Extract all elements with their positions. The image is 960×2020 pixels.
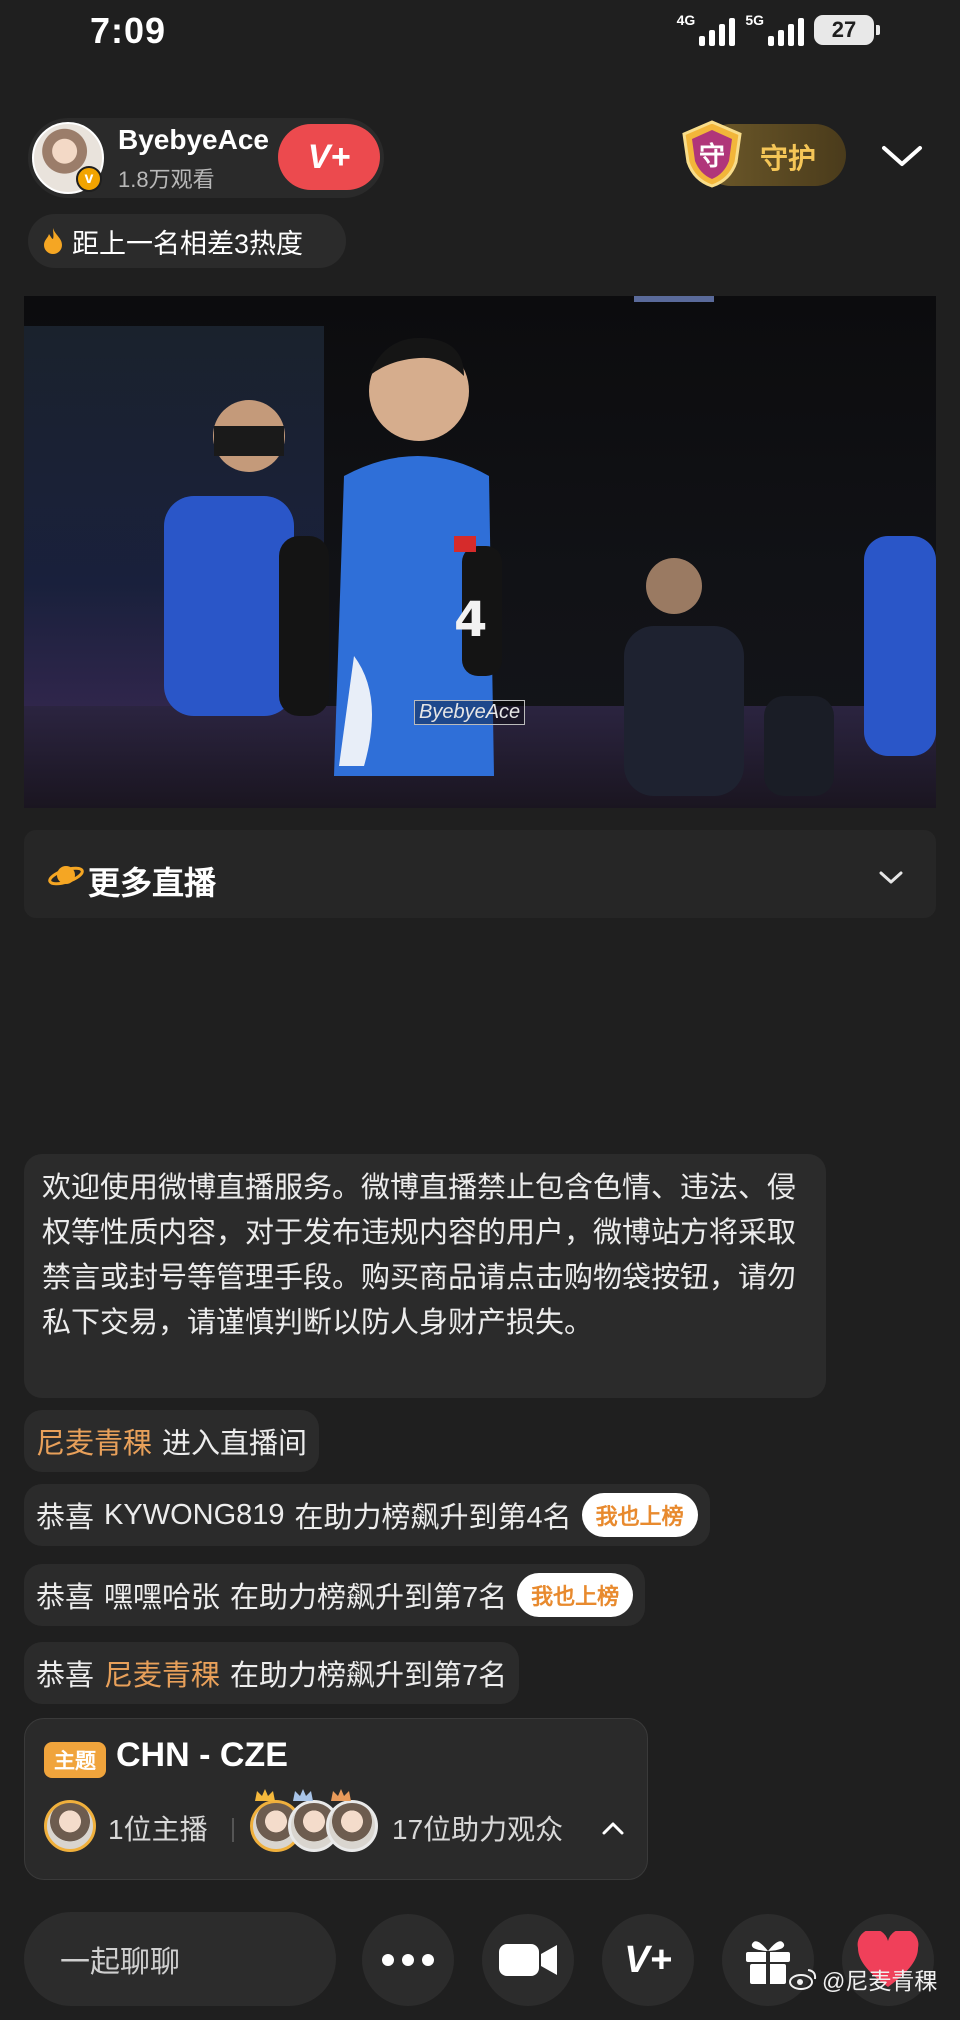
system-notice: 欢迎使用微博直播服务。微博直播禁止包含色情、违法、侵权等性质内容，对于发布违规内… — [24, 1154, 826, 1398]
chat-message-row: 恭喜 嘿嘿哈张 在助力榜飙升到第7名 我也上榜 — [24, 1564, 646, 1626]
video-camera-icon — [499, 1944, 557, 1976]
guard-shield-icon[interactable]: 守 — [676, 118, 748, 190]
verified-icon: v — [76, 166, 102, 192]
chevron-up-icon[interactable] — [600, 1816, 626, 1842]
topic-host-count: 1位主播 — [108, 1814, 208, 1845]
join-rank-button[interactable]: 我也上榜 — [581, 1493, 698, 1537]
entry-action: 进入直播间 — [162, 1428, 308, 1460]
more-button[interactable] — [362, 1914, 454, 2006]
message-text: 在助力榜飙升到第4名 — [294, 1502, 572, 1534]
chat-entry-row: 尼麦青稞 进入直播间 — [24, 1410, 320, 1472]
host-name[interactable]: ByebyeAce — [118, 124, 269, 156]
audience-avatar[interactable] — [326, 1800, 378, 1852]
view-count: 1.8万观看 — [118, 167, 215, 192]
topic-tag: 主题 — [44, 1742, 106, 1778]
message-text: 在助力榜飙升到第7名 — [230, 1660, 508, 1692]
camera-button[interactable] — [482, 1914, 574, 2006]
chat-input[interactable]: 一起聊聊 — [24, 1912, 336, 2006]
battery-icon: 27 — [814, 15, 880, 45]
heat-gap-text: 距上一名相差3热度 — [72, 228, 304, 259]
message-username[interactable]: 嘿嘿哈张 — [104, 1574, 220, 1616]
credit-text: @尼麦青稞 — [822, 1968, 938, 1994]
planet-icon — [48, 866, 84, 886]
message-text: 在助力榜飙升到第7名 — [230, 1582, 508, 1614]
video-watermark: ByebyeAce — [414, 700, 526, 725]
status-time: 7:09 — [90, 10, 167, 51]
svg-text:4: 4 — [454, 592, 487, 648]
more-live-label[interactable]: 更多直播 — [88, 858, 216, 904]
entry-username[interactable]: 尼麦青稞 — [36, 1420, 152, 1462]
chevron-down-icon[interactable] — [878, 132, 926, 180]
crown-icon — [293, 1789, 313, 1801]
vplus-label: V+ — [624, 1938, 672, 1981]
crown-icon — [331, 1789, 351, 1801]
topic-audience-count[interactable]: 17位助力观众 — [392, 1808, 563, 1848]
watermark-credit: @尼麦青稞 — [788, 1962, 937, 1996]
gift-icon — [746, 1941, 790, 1984]
heat-gap-pill: 距上一名相差3热度 — [28, 214, 346, 268]
signal-icon-2 — [768, 14, 804, 46]
chat-message-row: 恭喜 尼麦青稞 在助力榜飙升到第7名 — [24, 1642, 520, 1704]
weibo-logo-icon — [789, 1969, 817, 1990]
message-username[interactable]: 尼麦青稞 — [104, 1652, 220, 1694]
follow-button[interactable]: V+ — [278, 124, 380, 190]
crown-icon — [255, 1789, 275, 1801]
network-4g-label: 4G — [676, 12, 696, 28]
signal-icon — [699, 14, 736, 46]
chevron-down-icon[interactable] — [876, 862, 906, 892]
join-rank-button[interactable]: 我也上榜 — [517, 1573, 634, 1617]
vplus-button[interactable]: V+ — [602, 1914, 694, 2006]
guard-label[interactable]: 守护 — [760, 137, 816, 177]
flame-icon — [44, 228, 62, 254]
message-username[interactable]: KYWONG819 — [104, 1499, 285, 1532]
message-prefix: 恭喜 — [36, 1502, 95, 1534]
video-frame-illustration: 4 — [164, 337, 936, 796]
message-prefix: 恭喜 — [36, 1582, 95, 1614]
message-prefix: 恭喜 — [36, 1660, 95, 1692]
chat-message-row: 恭喜 KYWONG819 在助力榜飙升到第4名 我也上榜 — [24, 1484, 710, 1546]
more-dots-icon — [382, 1954, 434, 1966]
status-indicators: 4G 5G 27 — [676, 12, 880, 46]
topic-title: CHN - CZE — [116, 1736, 288, 1774]
topic-host-avatar[interactable] — [44, 1800, 96, 1852]
guard-badge-text: 守 — [699, 141, 725, 172]
live-video-player[interactable]: 4 ByebyeAce — [24, 296, 936, 808]
network-5g-label: 5G — [745, 12, 764, 28]
divider — [232, 1818, 234, 1842]
